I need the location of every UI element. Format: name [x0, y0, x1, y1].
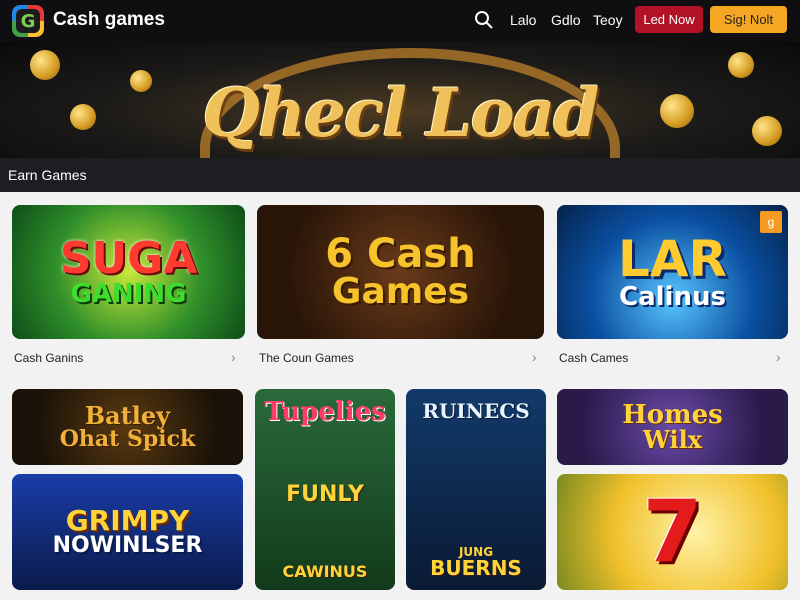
signup-button[interactable]: Sig! Nolt [710, 6, 787, 33]
tile-footer: BUERNS [430, 556, 522, 580]
tile-subtitle: NOWINLSER [52, 533, 203, 558]
card-art-subtitle: GANING [70, 279, 187, 309]
tile-title: GRIMPY [65, 504, 190, 537]
tile-title: RUINECS [422, 399, 530, 423]
tile-title: Tupelies [264, 397, 386, 427]
game-tile[interactable]: Batley Ohat Spick [12, 389, 243, 465]
tile-title: 7 [642, 482, 703, 582]
game-tile[interactable]: Homes Wilx [557, 389, 788, 465]
coin-icon [728, 52, 754, 78]
chevron-right-icon[interactable]: › [532, 349, 537, 365]
app-logo-icon[interactable]: G [12, 5, 44, 37]
card-art-title: LAR [617, 230, 728, 288]
search-icon[interactable] [474, 10, 494, 30]
featured-game-card[interactable]: 6 Cash Games [257, 205, 544, 339]
featured-game-card[interactable]: LAR Calinus g [557, 205, 788, 339]
tile-subtitle: Ohat Spick [59, 426, 196, 452]
game-tile[interactable]: 7 [557, 474, 788, 590]
badge-icon: g [760, 211, 782, 233]
tile-subtitle: FUNLY [286, 481, 364, 507]
app-title[interactable]: Cash games [53, 9, 165, 31]
chevron-right-icon[interactable]: › [231, 349, 236, 365]
game-tile[interactable]: RUINECS JUNG BUERNS [406, 389, 546, 590]
login-button[interactable]: Led Now [635, 6, 703, 33]
tile-title: Batley [84, 401, 171, 430]
card-art-subtitle: Calinus [619, 282, 726, 312]
tile-subtitle: Wilx [642, 425, 703, 454]
card-caption[interactable]: The Coun Games [259, 351, 354, 365]
section-title: Earn Games [8, 167, 87, 183]
card-caption[interactable]: Cash Ganins [14, 351, 83, 365]
coin-icon [130, 70, 152, 92]
logo-letter: G [16, 9, 40, 33]
featured-game-card[interactable]: SUGA GANING [12, 205, 245, 339]
card-art-title: 6 Cash [325, 231, 476, 277]
top-navbar: G Cash games Lalo Gdlo Teoy Led Now Sig!… [0, 0, 800, 42]
chevron-right-icon[interactable]: › [776, 349, 781, 365]
card-caption[interactable]: Cash Cames [559, 351, 628, 365]
game-tile[interactable]: Tupelies FUNLY CAWINUS [255, 389, 395, 590]
coin-icon [752, 116, 782, 146]
card-art-subtitle: Games [331, 271, 470, 312]
nav-link-lalo[interactable]: Lalo [510, 12, 536, 28]
coin-icon [660, 94, 694, 128]
coin-icon [70, 104, 96, 130]
game-tile[interactable]: GRIMPY NOWINLSER [12, 474, 243, 590]
nav-link-gdlo[interactable]: Gdlo [551, 12, 581, 28]
hero-banner[interactable]: Qhecl Load [0, 42, 800, 158]
banner-title: Qhecl Load [202, 74, 599, 152]
coin-icon [30, 50, 60, 80]
section-header: Earn Games [0, 158, 800, 192]
nav-link-teoy[interactable]: Teoy [593, 12, 623, 28]
card-art-title: SUGA [59, 233, 198, 284]
tile-footer: CAWINUS [282, 562, 368, 581]
